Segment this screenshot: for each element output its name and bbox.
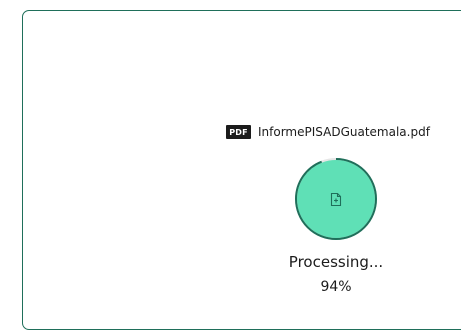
progress-indicator <box>293 156 379 242</box>
pdf-file-icon: PDF <box>226 125 251 139</box>
file-info: PDF InformePISADGuatemala.pdf <box>226 124 430 140</box>
file-name: InformePISADGuatemala.pdf <box>258 125 430 139</box>
progress-percent: 94% <box>320 279 352 295</box>
processing-status: Processing... <box>288 253 384 271</box>
